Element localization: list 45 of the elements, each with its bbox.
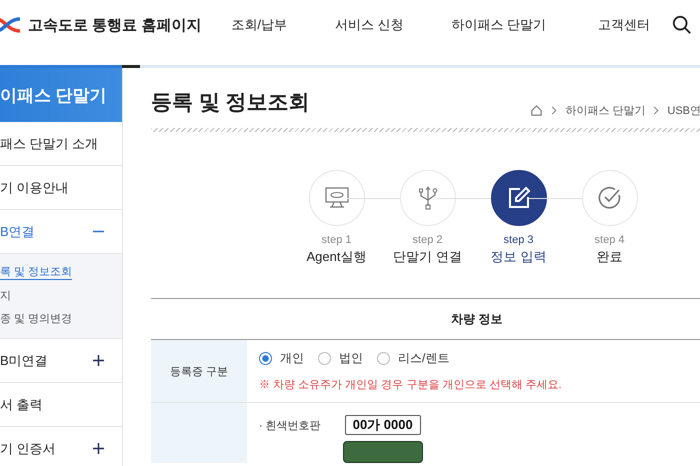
sidebar-item[interactable]: 서 출력 [0, 383, 122, 427]
nav-link[interactable]: 서비스 신청 [334, 16, 404, 34]
sidebar-title: 이패스 단말기 [0, 68, 122, 122]
step-number: step 2 [412, 234, 442, 246]
warning-note: ※ 차량 소유주가 개인일 경우 구분을 개인으로 선택해 주세요. [259, 378, 562, 392]
row-label: 등록증 구분 [151, 340, 247, 402]
edit-icon [506, 186, 530, 210]
radio-button[interactable] [259, 352, 272, 365]
radio-option[interactable]: 법인 [318, 350, 363, 367]
breadcrumb-link[interactable]: 하이패스 단말기 [565, 103, 646, 118]
plus-icon [93, 355, 104, 366]
nav-link[interactable]: 조회/납부 [231, 16, 287, 34]
nav-link[interactable]: 하이패스 단말기 [452, 16, 546, 34]
sidebar-item[interactable]: B미연결 [0, 339, 122, 383]
license-plate: 00가 0000 [344, 415, 421, 435]
search-icon[interactable] [672, 15, 692, 35]
plate-type-label: · 흰색번호판 [259, 418, 321, 432]
submenu-link[interactable]: 록 및 정보조회 [0, 264, 72, 280]
step-number: step 1 [322, 234, 352, 246]
sidebar-item[interactable]: 패스 단말기 소개 [0, 122, 122, 166]
chevron-icon [653, 106, 660, 115]
step-number: step 3 [504, 234, 534, 246]
logo-icon [0, 15, 20, 35]
site-title[interactable]: 고속도로 통행료 홈페이지 [28, 16, 202, 34]
submenu-link[interactable]: 지 [0, 288, 11, 303]
home-icon[interactable] [530, 104, 544, 117]
nav-link[interactable]: 고객센터 [598, 16, 650, 34]
step-number: step 4 [594, 234, 624, 246]
monitor-icon [324, 186, 348, 210]
submenu-link[interactable]: 종 및 명의변경 [0, 311, 72, 326]
radio-button[interactable] [377, 352, 390, 365]
step-label: 정보 입력 [490, 248, 546, 266]
sidebar-item[interactable]: 기 인증서 [0, 427, 122, 466]
breadcrumb-link[interactable]: USB연 [667, 103, 700, 118]
plus-icon [93, 443, 104, 454]
radio-option[interactable]: 개인 [259, 350, 304, 367]
page-title: 등록 및 정보조회 [151, 90, 310, 116]
step-label: 완료 [596, 248, 622, 266]
radio-button[interactable] [318, 352, 331, 365]
check-circle-icon [598, 186, 622, 210]
radio-option[interactable]: 리스/렌트 [377, 350, 450, 367]
sidebar-item[interactable]: 기 이용안내 [0, 166, 122, 210]
step-label: Agent실행 [306, 248, 366, 266]
chevron-icon [551, 106, 558, 115]
step-label: 단말기 연결 [393, 248, 462, 266]
